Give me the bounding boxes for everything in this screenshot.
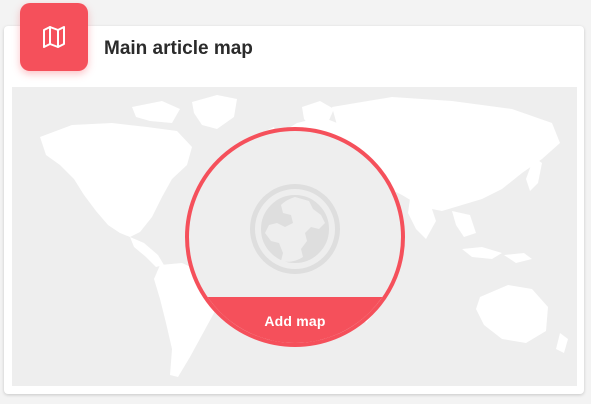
- card-title: Main article map: [104, 38, 253, 59]
- map-placeholder-area[interactable]: Add map: [12, 87, 577, 386]
- globe-icon: [250, 184, 340, 274]
- add-map-circle[interactable]: Add map: [185, 127, 405, 347]
- add-map-button[interactable]: Add map: [189, 297, 401, 343]
- add-map-label: Add map: [264, 313, 326, 329]
- map-icon: [20, 3, 88, 71]
